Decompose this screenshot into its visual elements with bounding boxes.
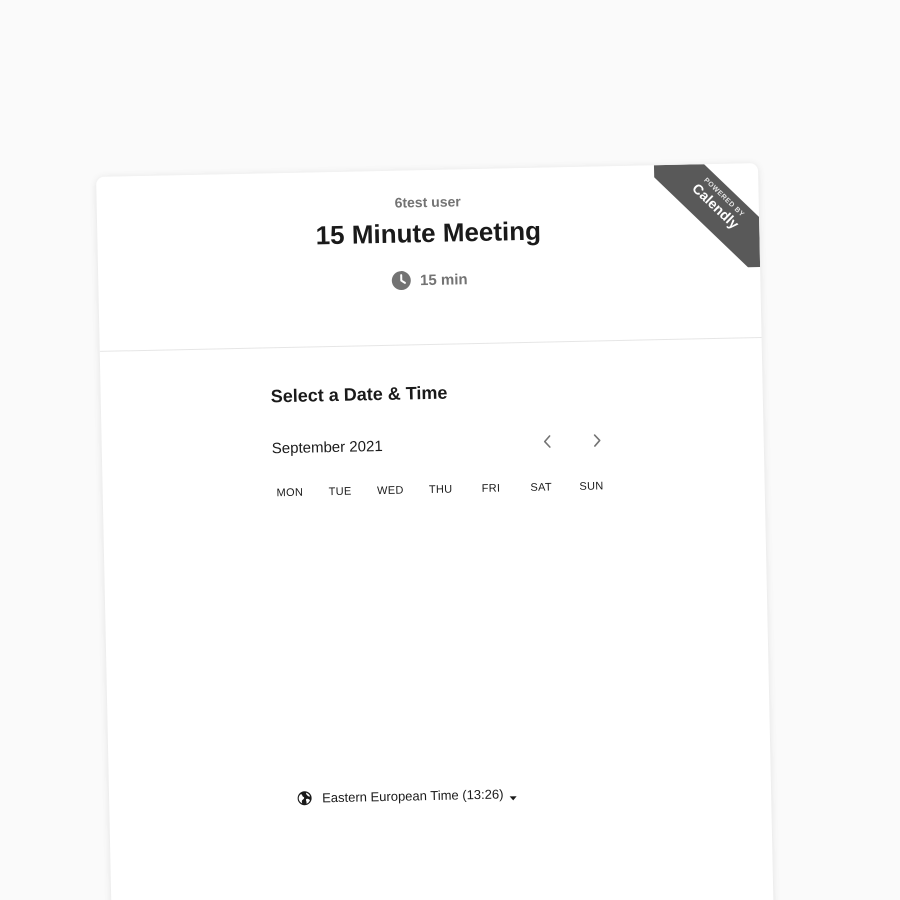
weekday-sun: SUN (579, 480, 604, 493)
section-title: Select a Date & Time (270, 382, 448, 407)
page: 6test user 15 Minute Meeting 15 min POWE… (0, 0, 900, 900)
event-header: 6test user 15 Minute Meeting 15 min POWE… (96, 163, 762, 352)
powered-by-ribbon[interactable]: POWERED BY Calendly (653, 163, 761, 270)
scheduler-body: Select a Date & Time September 2021 MON (100, 338, 774, 900)
timezone-selector[interactable]: Eastern European Time (13:26) (297, 786, 518, 806)
chevron-left-icon (542, 434, 554, 451)
chevron-right-icon (591, 433, 603, 450)
powered-by-badge[interactable]: POWERED BY Calendly (653, 163, 761, 270)
booking-card: 6test user 15 Minute Meeting 15 min POWE… (96, 163, 774, 900)
weekday-tue: TUE (328, 485, 352, 499)
previous-month-button[interactable] (533, 428, 562, 457)
clock-icon (391, 270, 411, 291)
weekday-wed: WED (376, 484, 404, 498)
next-month-button[interactable] (582, 427, 611, 456)
globe-icon (297, 791, 312, 806)
caret-down-icon (509, 790, 518, 800)
weekday-thu: THU (428, 483, 453, 497)
weekday-header-row: MON TUE WED THU FRI SAT SUN (265, 480, 617, 499)
weekday-fri: FRI (481, 482, 501, 495)
weekday-mon: MON (276, 486, 304, 500)
timezone-label: Eastern European Time (13:26) (321, 786, 504, 806)
weekday-sat: SAT (530, 481, 553, 494)
duration-label: 15 min (419, 270, 468, 289)
month-label: September 2021 (271, 437, 383, 458)
